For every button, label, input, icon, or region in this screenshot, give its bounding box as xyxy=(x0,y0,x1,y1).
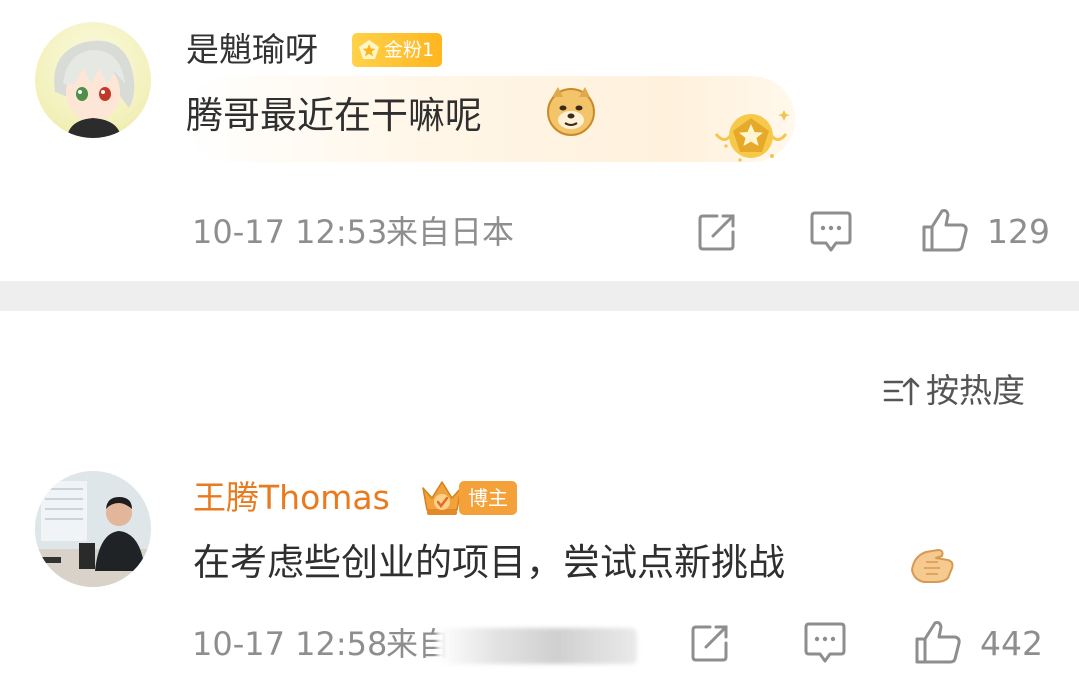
comment-text[interactable]: 腾哥最近在干嘛呢 xyxy=(186,93,482,139)
star-medal-icon xyxy=(710,104,792,170)
like-button[interactable] xyxy=(920,205,970,259)
reply-button[interactable] xyxy=(808,210,854,258)
doge-emoji-icon xyxy=(544,83,598,141)
thumbs-up-icon xyxy=(922,209,968,252)
fan-badge[interactable]: 金粉1 xyxy=(352,33,443,67)
like-button[interactable] xyxy=(913,617,963,671)
blogger-badge[interactable]: 博主 xyxy=(459,481,517,515)
comment-time: 10-17 12:58 xyxy=(192,625,388,663)
share-button[interactable] xyxy=(688,621,732,669)
watermark-blur xyxy=(437,628,637,664)
like-count: 129 xyxy=(987,212,1050,251)
comment-icon xyxy=(804,622,846,663)
like-count: 442 xyxy=(980,624,1043,663)
comment-text-content: 在考虑些创业的项目，尝试点新挑战 xyxy=(193,541,785,584)
comment-username[interactable]: 是魈瑜呀 xyxy=(186,30,318,70)
comment-icon xyxy=(810,211,852,252)
reply-button[interactable] xyxy=(802,621,848,669)
share-button[interactable] xyxy=(695,210,739,258)
thumbs-up-icon xyxy=(915,621,961,664)
comment-location: 来自日本 xyxy=(386,213,515,251)
comment-text[interactable]: 在考虑些创业的项目，尝试点新挑战 xyxy=(193,540,785,586)
pentagon-star-icon xyxy=(359,40,379,59)
sort-toggle[interactable]: 按热度 xyxy=(882,371,1025,411)
handshake-emoji-icon xyxy=(908,540,958,590)
avatar[interactable] xyxy=(35,22,151,138)
comment-time: 10-17 12:53 xyxy=(192,213,388,251)
section-divider xyxy=(0,281,1079,311)
share-icon xyxy=(698,214,735,251)
sort-icon xyxy=(883,377,920,406)
comment-text-content: 腾哥最近在干嘛呢 xyxy=(186,94,482,137)
share-icon xyxy=(691,625,728,662)
sort-label: 按热度 xyxy=(926,371,1025,410)
comment-username[interactable]: 王腾Thomas xyxy=(193,478,390,518)
fan-badge-label: 金粉1 xyxy=(384,39,435,61)
person-avatar-image xyxy=(35,471,151,587)
avatar[interactable] xyxy=(35,471,151,587)
anime-avatar-image xyxy=(54,40,135,138)
